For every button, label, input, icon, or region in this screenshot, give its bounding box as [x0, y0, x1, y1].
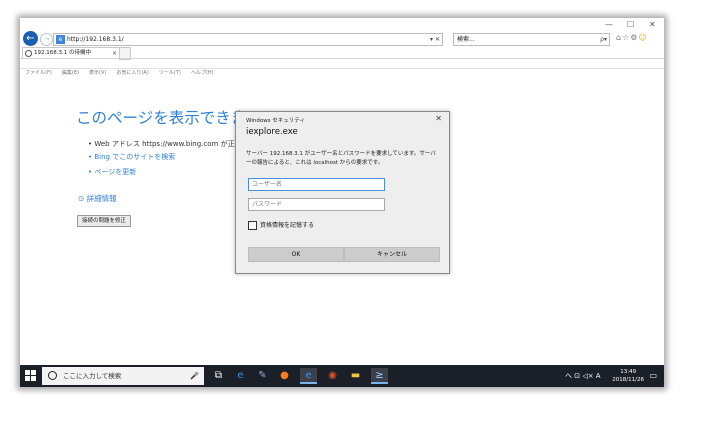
chrome-icon[interactable]: ◉	[324, 368, 341, 384]
clock-time: 13:49	[620, 369, 637, 375]
taskbar-search-box[interactable]: ここに入力して検索 🎤	[42, 367, 204, 385]
bing-search-link[interactable]: • Bing でこのサイトを検索	[88, 152, 175, 162]
edge-icon[interactable]: e	[232, 368, 249, 384]
remember-credentials-checkbox[interactable]	[248, 221, 257, 230]
menu-file[interactable]: ファイル(F)	[25, 70, 52, 76]
notification-icon[interactable]: ▭	[649, 365, 657, 387]
dialog-message: サーバー 192.168.3.1 がユーザー名とパスワードを要求しています。サー…	[246, 151, 436, 166]
maximize-button[interactable]: ☐	[627, 20, 634, 29]
file-explorer-icon[interactable]: ▬	[347, 368, 364, 384]
menu-view[interactable]: 表示(V)	[89, 70, 106, 76]
more-info-link[interactable]: ⊙ 詳細情報	[78, 193, 117, 204]
menu-edit[interactable]: 編集(E)	[62, 70, 79, 76]
address-text[interactable]: http://192.168.3.1/	[67, 34, 124, 45]
clock-date: 2018/11/26	[612, 377, 644, 383]
search-input[interactable]: 検索...	[457, 34, 475, 45]
divider	[20, 68, 664, 69]
taskbar: ここに入力して検索 🎤 ⧉ e ✎ ● e ◉ ▬ ≥ へ ⊡ ◁× A 13:…	[20, 365, 664, 387]
forward-icon[interactable]: →	[40, 33, 53, 46]
back-icon[interactable]: ←	[23, 31, 38, 46]
minimize-button[interactable]: —	[605, 20, 613, 29]
error-bullet-address: • Web アドレス https://www.bing.com が正しい	[88, 140, 249, 148]
task-view-icon[interactable]: ⧉	[210, 368, 227, 384]
paint-icon[interactable]: ✎	[254, 368, 271, 384]
microphone-icon[interactable]: 🎤	[190, 367, 199, 385]
ok-button[interactable]: OK	[248, 247, 344, 262]
windows-start-icon[interactable]	[25, 370, 37, 382]
navigation-bar: ← → e http://192.168.3.1/ ▾ ✕ 検索... ρ▾ ⌂…	[20, 30, 664, 48]
internet-explorer-icon[interactable]: e	[300, 368, 317, 384]
menu-help[interactable]: ヘルプ(H)	[191, 70, 214, 76]
dialog-close-icon[interactable]: ✕	[435, 114, 442, 123]
windows-security-dialog: Windows セキュリティ ✕ iexplore.exe サーバー 192.1…	[235, 111, 450, 274]
menu-bar: ファイル(F) 編集(E) 表示(V) お気に入り(A) ツール(T) ヘルプ(…	[20, 59, 664, 76]
feedback-smiley-icon[interactable]: ☺	[638, 33, 647, 42]
ie-page-icon: e	[56, 35, 65, 44]
address-controls[interactable]: ▾ ✕	[430, 34, 440, 45]
username-input[interactable]	[248, 178, 385, 191]
fix-connection-button[interactable]: 接続の問題を修正	[77, 215, 131, 227]
refresh-page-link[interactable]: • ページを更新	[88, 167, 136, 177]
taskbar-search-input[interactable]: ここに入力して検索	[63, 367, 121, 385]
desktop-screen: — ☐ ✕ ← → e http://192.168.3.1/ ▾ ✕ 検索..…	[20, 18, 664, 387]
firefox-icon[interactable]: ●	[276, 368, 293, 384]
search-box[interactable]: 検索... ρ▾	[453, 33, 610, 46]
terminal-icon[interactable]: ≥	[371, 368, 388, 384]
menu-tools[interactable]: ツール(T)	[159, 70, 181, 76]
cancel-button[interactable]: キャンセル	[344, 247, 440, 262]
remember-credentials-label: 資格情報を記憶する	[260, 222, 315, 229]
taskbar-clock[interactable]: 13:49 2018/11/26	[612, 368, 644, 384]
loading-icon	[25, 50, 32, 57]
search-icon[interactable]: ρ▾	[600, 34, 607, 45]
password-input[interactable]	[248, 198, 385, 211]
close-window-button[interactable]: ✕	[649, 20, 656, 29]
menu-favorites[interactable]: お気に入り(A)	[116, 70, 148, 76]
system-tray-icons[interactable]: へ ⊡ ◁× A	[565, 365, 601, 387]
cortana-icon	[48, 371, 57, 380]
address-bar[interactable]: e http://192.168.3.1/ ▾ ✕	[53, 33, 443, 46]
toolbar-icons: ⌂☆⚙☺	[616, 33, 648, 42]
dialog-caption: Windows セキュリティ	[246, 118, 305, 124]
dialog-app-name: iexplore.exe	[246, 127, 298, 137]
